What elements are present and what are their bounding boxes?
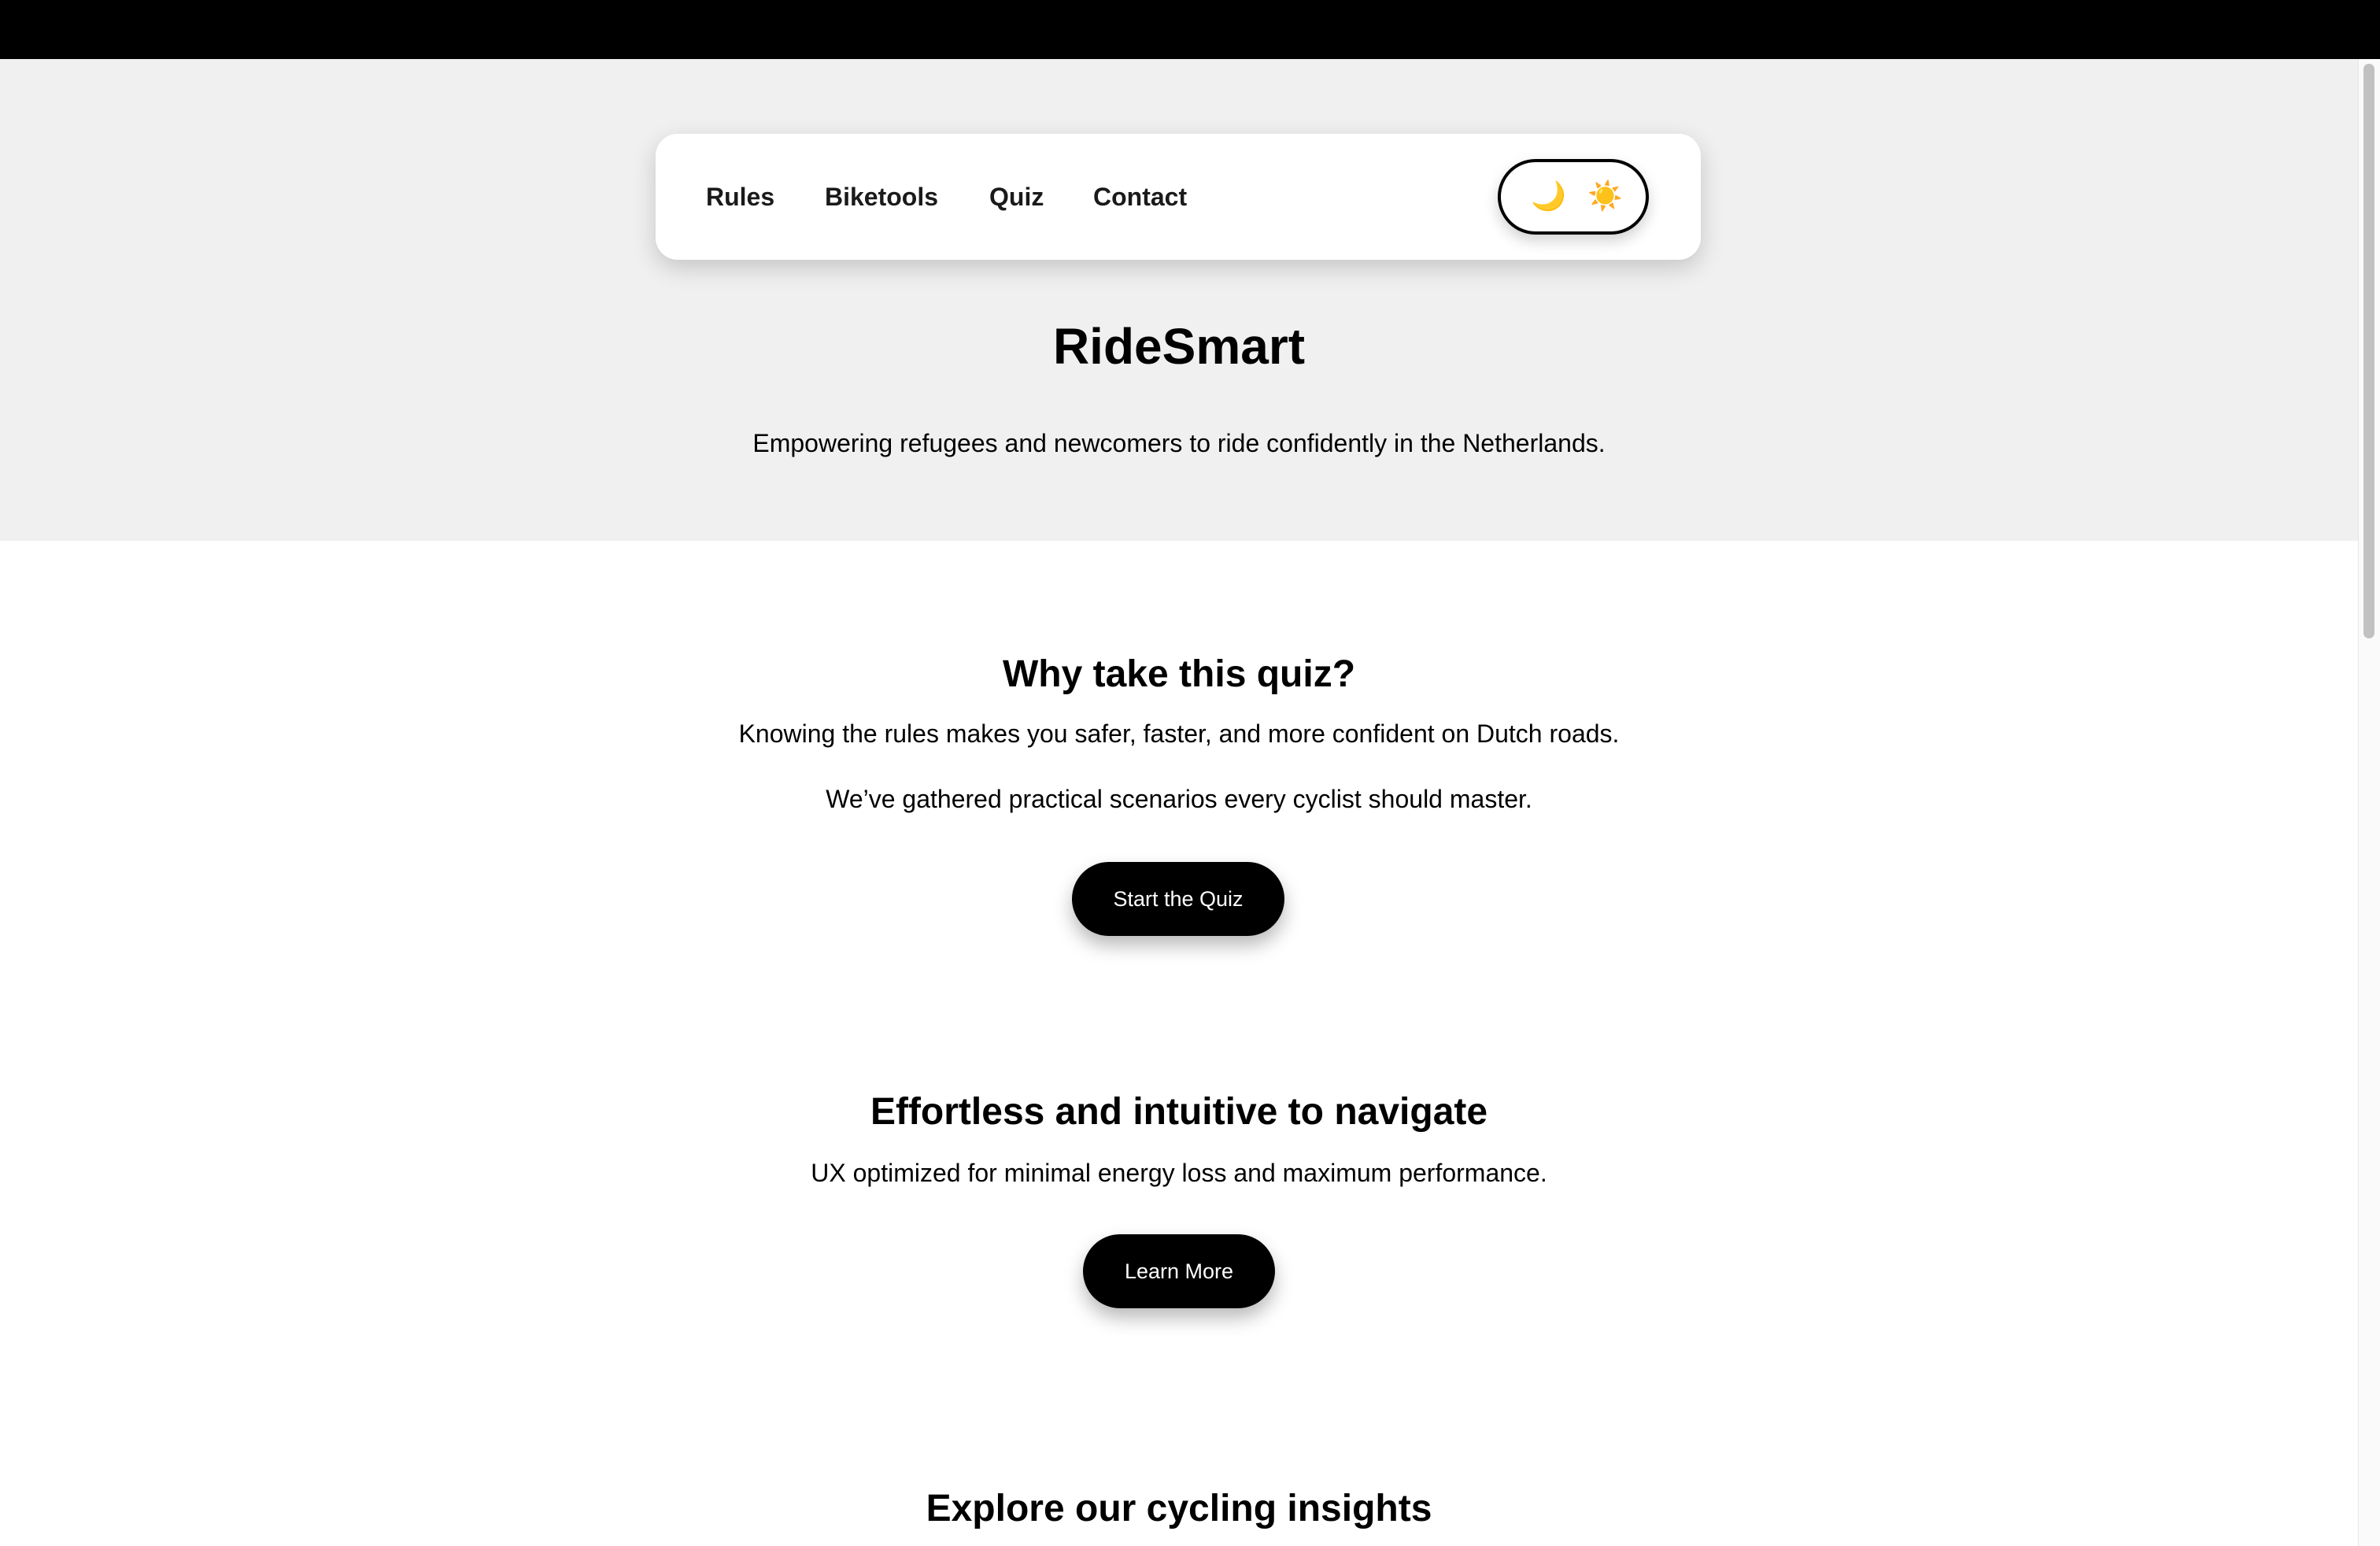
why-quiz-heading: Why take this quiz?: [1002, 653, 1356, 695]
start-quiz-button[interactable]: Start the Quiz: [1072, 862, 1284, 936]
browser-top-bar: [0, 0, 2380, 59]
sun-icon[interactable]: ☀️: [1587, 162, 1623, 231]
nav-link-biketools[interactable]: Biketools: [825, 134, 938, 260]
theme-toggle[interactable]: 🌙 ☀️: [1498, 159, 1649, 235]
hero-subtitle: Empowering refugees and newcomers to rid…: [752, 429, 1606, 457]
navbar: Rules Biketools Quiz Contact 🌙 ☀️: [656, 134, 1701, 260]
learn-more-button[interactable]: Learn More: [1083, 1234, 1275, 1308]
page-viewport: Rules Biketools Quiz Contact 🌙 ☀️ RideSm…: [0, 59, 2358, 1546]
nav-link-contact[interactable]: Contact: [1093, 134, 1187, 260]
hero-section: Rules Biketools Quiz Contact 🌙 ☀️ RideSm…: [0, 59, 2358, 541]
page-scrollbar[interactable]: [2358, 59, 2380, 1546]
navigate-heading: Effortless and intuitive to navigate: [870, 1091, 1488, 1133]
why-quiz-text-2: We’ve gathered practical scenarios every…: [826, 785, 1532, 813]
nav-link-quiz[interactable]: Quiz: [989, 134, 1044, 260]
moon-icon[interactable]: 🌙: [1531, 162, 1566, 231]
why-quiz-text-1: Knowing the rules makes you safer, faste…: [738, 719, 1620, 748]
navigate-text: UX optimized for minimal energy loss and…: [811, 1159, 1547, 1187]
nav-link-rules[interactable]: Rules: [706, 134, 774, 260]
scrollbar-thumb[interactable]: [2363, 64, 2374, 638]
insights-heading: Explore our cycling insights: [926, 1488, 1432, 1529]
page-title: RideSmart: [1052, 318, 1306, 375]
